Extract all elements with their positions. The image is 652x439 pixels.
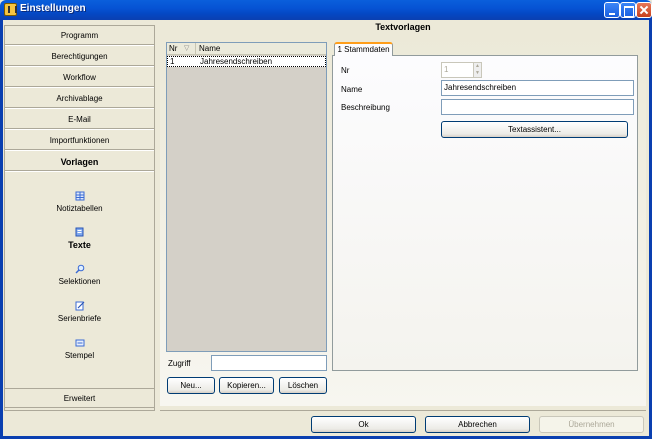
subnav-label: Selektionen — [58, 277, 101, 286]
name-field[interactable]: Jahresendschreiben — [441, 80, 634, 96]
stepper-down-icon[interactable]: ▼ — [473, 70, 481, 77]
apply-button[interactable]: Übernehmen — [539, 416, 644, 433]
subnav-selektionen[interactable]: Selektionen — [5, 264, 154, 286]
close-button[interactable] — [636, 2, 652, 18]
subnav-label: Notiztabellen — [56, 204, 103, 213]
letter-icon — [75, 301, 84, 311]
nav-item-vorlagen[interactable]: Vorlagen — [5, 152, 154, 172]
settings-nav: Programm Berechtigungen Workflow Archiva… — [4, 25, 155, 411]
footer-divider — [160, 410, 646, 411]
nav-item-importfunktionen[interactable]: Importfunktionen — [5, 131, 154, 151]
column-separator[interactable] — [195, 43, 196, 55]
nav-item-erweitert[interactable]: Erweitert — [5, 388, 154, 408]
nav-item-email[interactable]: E-Mail — [5, 110, 154, 130]
nr-value: 1 — [444, 65, 449, 74]
nav-item-berechtigungen[interactable]: Berechtigungen — [5, 47, 154, 67]
maximize-button[interactable] — [620, 2, 636, 18]
subnav-label: Texte — [68, 240, 91, 250]
table-icon — [75, 191, 84, 201]
subnav-stempel[interactable]: Stempel — [5, 338, 154, 360]
cell-name: Jahresendschreiben — [200, 57, 273, 66]
title-bar: Einstellungen — [0, 0, 652, 20]
cell-nr: 1 — [170, 57, 175, 66]
minimize-button[interactable] — [604, 2, 620, 18]
copy-button[interactable]: Kopieren... — [219, 377, 274, 394]
sort-icon: ▽ — [184, 45, 190, 52]
template-list[interactable]: Nr ▽ Name 1 Jahresendschreiben — [166, 42, 327, 352]
column-header-nr[interactable]: Nr — [169, 44, 177, 53]
subnav-serienbriefe[interactable]: Serienbriefe — [5, 301, 154, 323]
delete-button[interactable]: Löschen — [279, 377, 327, 394]
description-label: Beschreibung — [341, 103, 390, 112]
page-title: Textvorlagen — [375, 22, 431, 32]
ok-button[interactable]: Ok — [311, 416, 416, 433]
nav-item-workflow[interactable]: Workflow — [5, 68, 154, 88]
nav-item-programm[interactable]: Programm — [5, 26, 154, 46]
zugriff-label: Zugriff — [168, 359, 191, 368]
description-field[interactable] — [441, 99, 634, 115]
nr-stepper[interactable]: 1 ▲ ▼ — [441, 62, 482, 78]
subnav-notiztabellen[interactable]: Notiztabellen — [5, 191, 154, 213]
zugriff-input[interactable] — [211, 355, 327, 371]
new-button[interactable]: Neu... — [167, 377, 215, 394]
subnav-texte[interactable]: Texte — [5, 227, 154, 250]
text-assistant-button[interactable]: Textassistent... — [441, 121, 628, 138]
magnifier-icon — [75, 264, 84, 274]
subnav-label: Serienbriefe — [57, 314, 102, 323]
name-label: Name — [341, 85, 363, 94]
cancel-button[interactable]: Abbrechen — [425, 416, 530, 433]
column-header-name[interactable]: Name — [199, 44, 220, 53]
document-icon — [75, 227, 83, 237]
stepper-up-icon[interactable]: ▲ — [473, 63, 481, 70]
window-title: Einstellungen — [20, 3, 86, 14]
stamp-icon — [75, 339, 84, 347]
subnav-label: Stempel — [64, 351, 95, 360]
tab-stammdaten[interactable]: 1 Stammdaten — [334, 42, 393, 56]
nav-item-archivablage[interactable]: Archivablage — [5, 89, 154, 109]
list-header: Nr ▽ Name — [167, 43, 326, 55]
nr-label: Nr — [341, 66, 350, 75]
app-icon — [4, 3, 17, 16]
table-row[interactable]: 1 Jahresendschreiben — [167, 56, 326, 67]
